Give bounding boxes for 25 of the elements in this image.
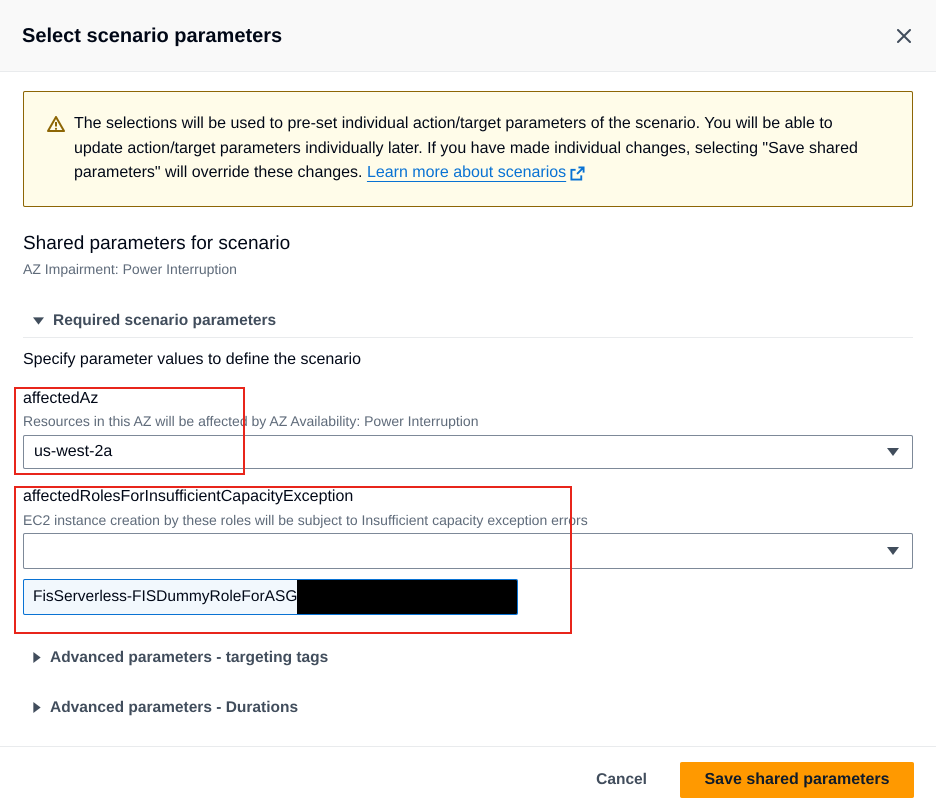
expand-toggle[interactable]: Advanced parameters - targeting tags [23, 646, 328, 668]
caret-down-icon [33, 316, 44, 324]
section-subtitle: AZ Impairment: Power Interruption [23, 260, 238, 278]
token-label: FisServerless-FISDummyRoleForASG [32, 586, 298, 607]
alert-message: The selections will be used to pre-set individual action/target parameters of the scenario. You will be able to update action/target parameters individually later. If you have made individual changes, selecting "Save shared parameters" will override these changes. Learn more about scenarios [74, 112, 882, 186]
caret-right-icon [33, 702, 41, 713]
select-field[interactable] [23, 532, 913, 568]
select-value: us-west-2a [34, 442, 112, 462]
expand-toggle[interactable]: Required scenario parameters [23, 310, 276, 332]
select-field[interactable]: us-west-2a [23, 434, 913, 468]
section-title: Shared parameters for scenario [23, 232, 292, 254]
close-icon [897, 28, 911, 42]
dropdown-caret-icon [887, 546, 899, 554]
learn-more-link[interactable]: Learn more about scenarios [366, 161, 586, 186]
selected-token[interactable]: FisServerless-FISDummyRoleForASG [23, 578, 518, 614]
caret-right-icon [33, 652, 41, 663]
cancel-button[interactable]: Cancel [576, 762, 667, 798]
external-link-icon [570, 166, 586, 181]
section-description: Specify parameter values to define the scenario [23, 350, 362, 370]
dropdown-caret-icon [887, 448, 899, 456]
modal-title: Select scenario parameters [22, 24, 282, 48]
field-label: affectedRolesForInsufficientCapacityException [23, 486, 354, 506]
save-button[interactable]: Save shared parameters [680, 762, 914, 798]
expand-toggle[interactable]: Advanced parameters - Durations [23, 696, 298, 718]
field-label: affectedAz [23, 388, 100, 408]
